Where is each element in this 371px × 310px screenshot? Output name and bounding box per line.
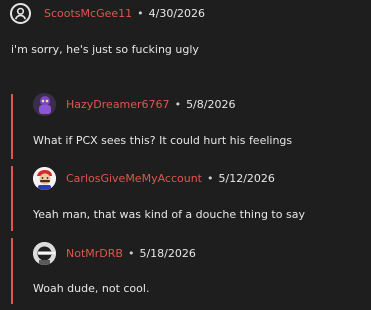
comment-text: Woah dude, not cool. xyxy=(33,282,150,295)
separator-dot: • xyxy=(207,172,214,185)
username[interactable]: ScootsMcGee11 xyxy=(44,7,132,20)
comment-header: HazyDreamer6767 • 5/8/2026 xyxy=(66,93,235,116)
user-circle-icon[interactable] xyxy=(10,3,31,24)
comment-date: 5/18/2026 xyxy=(139,247,196,260)
purple-character-avatar[interactable] xyxy=(33,93,56,116)
comment-header: ScootsMcGee11 • 4/30/2026 xyxy=(44,2,205,25)
mario-character-avatar[interactable] xyxy=(33,167,56,190)
username[interactable]: HazyDreamer6767 xyxy=(66,98,170,111)
comment-date: 5/12/2026 xyxy=(218,172,275,185)
comment-text: What if PCX sees this? It could hurt his… xyxy=(33,134,293,147)
comment-date: 5/8/2026 xyxy=(186,98,236,111)
comment-text: i'm sorry, he's just so fucking ugly xyxy=(11,43,199,56)
username[interactable]: NotMrDRB xyxy=(66,247,123,260)
comment-date: 4/30/2026 xyxy=(148,7,206,20)
ninja-character-avatar[interactable] xyxy=(33,242,56,265)
separator-dot: • xyxy=(174,98,182,111)
comment-header: NotMrDRB • 5/18/2026 xyxy=(66,242,196,265)
username[interactable]: CarlosGiveMeMyAccount xyxy=(66,172,202,185)
comment-header: CarlosGiveMeMyAccount • 5/12/2026 xyxy=(66,167,275,190)
separator-dot: • xyxy=(137,7,144,20)
reply-thread-bar xyxy=(11,238,13,304)
reply-thread-bar xyxy=(11,94,13,159)
reply-thread-bar xyxy=(11,166,13,231)
separator-dot: • xyxy=(127,247,135,260)
comment-text: Yeah man, that was kind of a douche thin… xyxy=(33,208,305,221)
